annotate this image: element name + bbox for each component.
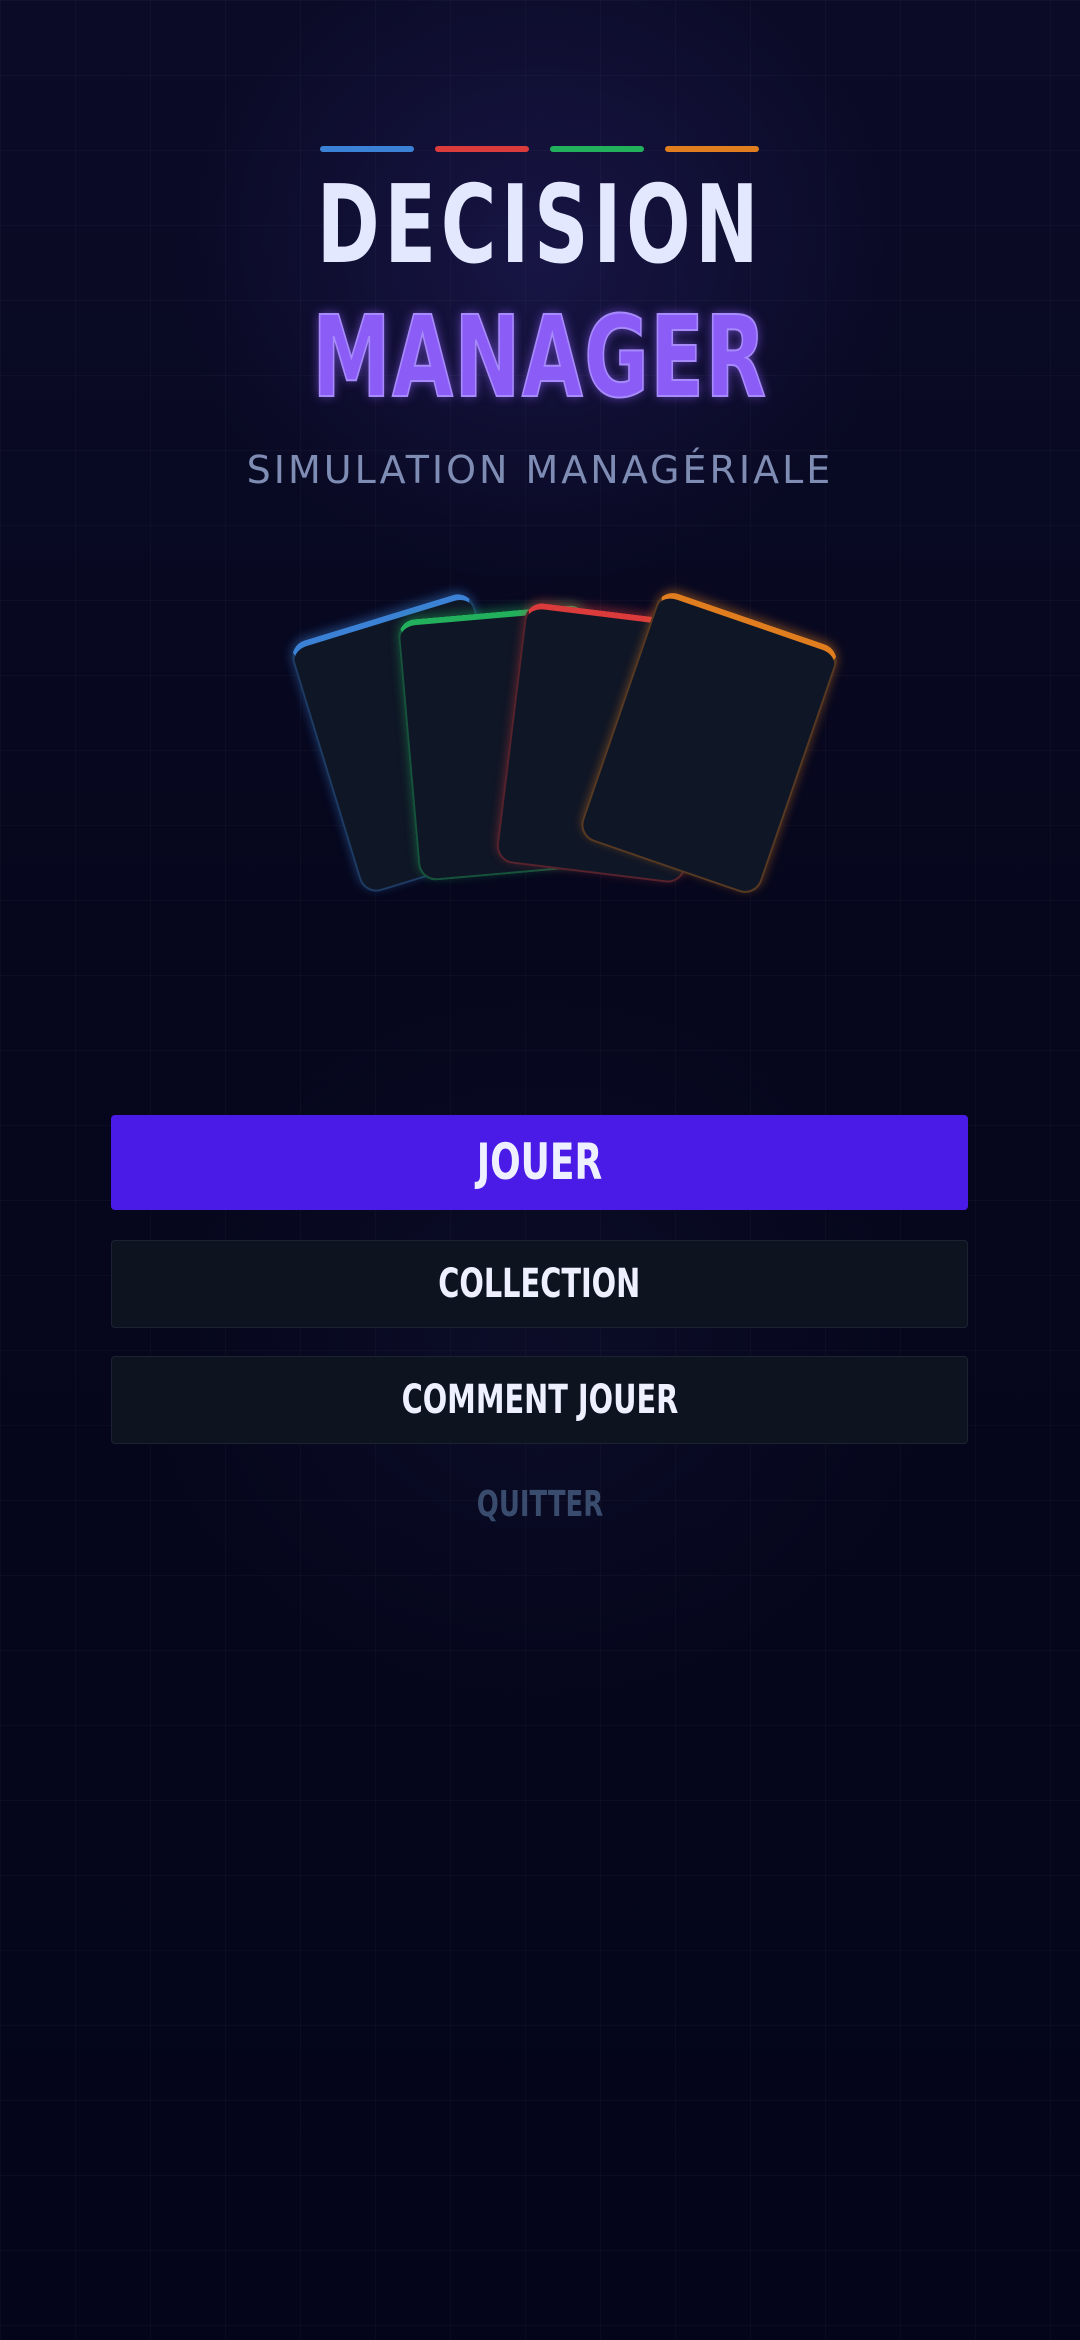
accent-bar-orange [665, 146, 759, 152]
title-decision: DECISION [316, 163, 764, 288]
collection-button-label: COLLECTION [438, 1261, 641, 1307]
how-to-play-button[interactable]: COMMENT JOUER [111, 1356, 968, 1444]
accent-bar-blue [320, 146, 414, 152]
accent-bar-red [435, 146, 529, 152]
quit-button-label: QUITTER [476, 1484, 604, 1525]
play-button-label: JOUER [476, 1133, 603, 1191]
play-button[interactable]: JOUER [111, 1115, 968, 1210]
title-manager: MANAGER [312, 293, 768, 423]
quit-button[interactable]: QUITTER [0, 1484, 1080, 1525]
collection-button[interactable]: COLLECTION [111, 1240, 968, 1328]
subtitle: SIMULATION MANAGÉRIALE [246, 448, 834, 492]
how-to-play-button-label: COMMENT JOUER [401, 1377, 678, 1423]
accent-bar-green [550, 146, 644, 152]
